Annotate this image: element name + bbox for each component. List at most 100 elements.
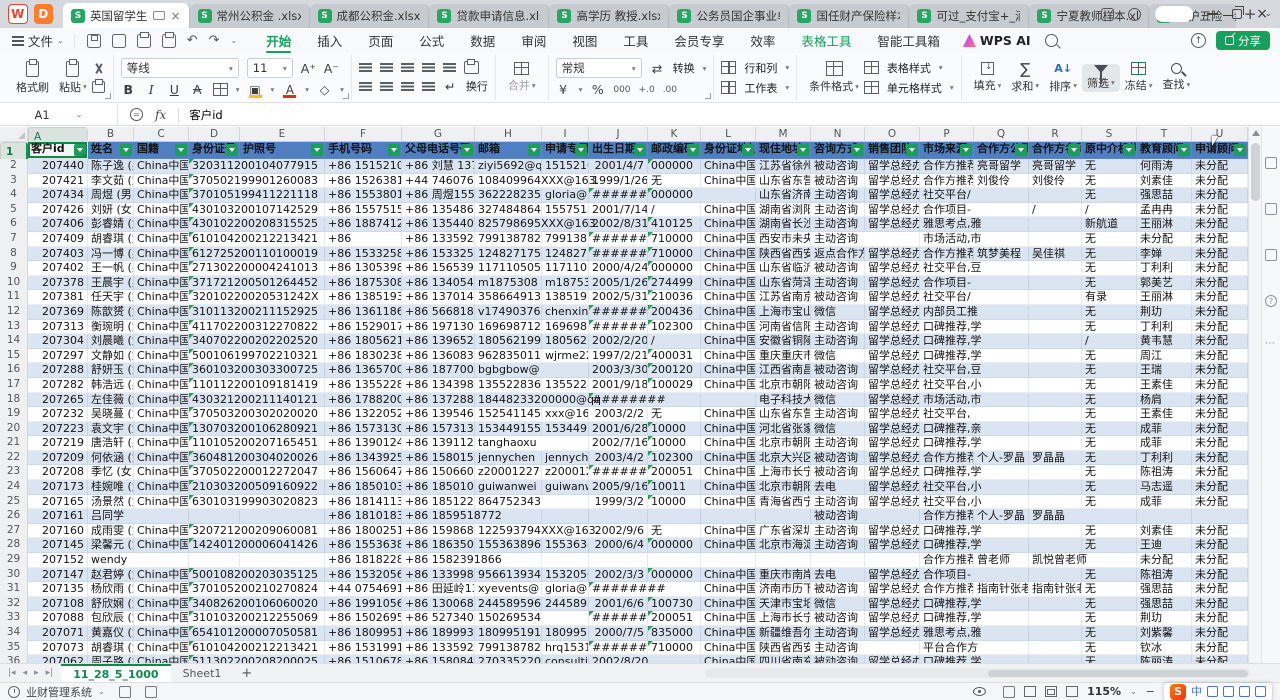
cell-N32[interactable]: 微信 — [811, 597, 865, 612]
cell-G8[interactable]: +86 1533258500 — [402, 247, 475, 262]
row-header-29[interactable]: 29 — [0, 553, 28, 568]
cell-K8[interactable]: 710000 — [648, 247, 701, 262]
cell-C22[interactable]: China中国 — [134, 451, 189, 466]
cell-L35[interactable]: China中国 — [701, 641, 756, 656]
cell-O26[interactable] — [865, 509, 920, 524]
cell-B13[interactable]: 衡琬明 (女 — [88, 320, 134, 335]
cell-M36[interactable]: 四川省南充 — [756, 655, 811, 663]
row-header-27[interactable]: 27 — [0, 524, 28, 539]
cell-R29[interactable]: 凯悦曾老师 — [1029, 553, 1082, 568]
cell-D31[interactable]: 370105200210270824 — [189, 582, 240, 597]
cell-N8[interactable]: 返点合作方 — [811, 247, 865, 262]
cell-P17[interactable]: 社交平台,小 — [920, 378, 974, 393]
cell-A17[interactable]: 207282 — [28, 378, 88, 393]
cell-L16[interactable]: China中国 — [701, 363, 756, 378]
cell-O13[interactable]: 留学总经办 — [865, 320, 920, 335]
cell-O11[interactable]: 留学总经办 — [865, 290, 920, 305]
cell-A10[interactable]: 207378 — [28, 276, 88, 291]
search-icon[interactable] — [1045, 34, 1058, 47]
cell-P20[interactable]: 口碑推荐,亲 — [920, 422, 974, 437]
cell-F4[interactable]: +86 15538019 — [325, 188, 402, 203]
cell-T9[interactable]: 丁利利 — [1137, 261, 1192, 276]
cell-H35[interactable]: 799138782 — [475, 641, 542, 656]
rows-columns-button[interactable]: 行和列 — [744, 60, 777, 76]
cell-G30[interactable]: +86 1339985047 — [402, 568, 475, 583]
cell-A6[interactable]: 207406 — [28, 217, 88, 232]
cell-H7[interactable]: 799138782 — [475, 232, 542, 247]
file-menu[interactable]: 文件 ⌄ — [0, 31, 74, 50]
cell-F36[interactable]: +86 15106786 — [325, 655, 402, 663]
cell-A33[interactable]: 207088 — [28, 611, 88, 626]
column-header-O[interactable]: O — [865, 127, 920, 142]
decrease-indent-icon[interactable] — [422, 63, 435, 65]
cell-S18[interactable]: 无 — [1082, 393, 1137, 408]
cell-J20[interactable]: 2001/6/28 — [589, 422, 648, 437]
cell-P26[interactable]: 合作方推荐 — [920, 509, 974, 524]
stat-icon-2[interactable] — [145, 686, 157, 698]
cell-H9[interactable]: 117110505 — [475, 261, 542, 276]
cell-N34[interactable]: 主动咨询 — [811, 626, 865, 641]
cell-A30[interactable]: 207147 — [28, 568, 88, 583]
cell-K3[interactable]: 无 — [648, 174, 701, 189]
tab-智能工具箱[interactable]: 智能工具箱 — [864, 28, 953, 53]
cell-P12[interactable]: 内部员工推 — [920, 305, 974, 320]
file-tab[interactable]: S高学历 教授.xlsx — [549, 4, 669, 28]
cell-G34[interactable]: +86 1899937166 — [402, 626, 475, 641]
cell-C3[interactable]: China中国 — [134, 174, 189, 189]
cell-A9[interactable]: 207402 — [28, 261, 88, 276]
cell-K36[interactable] — [648, 655, 701, 663]
cell-R21[interactable] — [1029, 436, 1082, 451]
cell-S4[interactable]: 无 — [1082, 188, 1137, 203]
shape-icon[interactable] — [1265, 203, 1277, 215]
cell-P21[interactable]: 口碑推荐,学 — [920, 436, 974, 451]
cell-S20[interactable]: 无 — [1082, 422, 1137, 437]
percent-icon[interactable]: % — [590, 82, 605, 97]
redo-icon[interactable]: ↷ — [209, 34, 220, 48]
cell-H32[interactable]: 244589596 — [475, 597, 542, 612]
cell-Q22[interactable]: 个人-罗晶 — [974, 451, 1029, 466]
cell-B10[interactable]: 王晨宇 (男 — [88, 276, 134, 291]
cell-O10[interactable]: 留学总经办 — [865, 276, 920, 291]
cell-K29[interactable] — [648, 553, 701, 568]
cell-I2[interactable]: 151521001 — [542, 159, 589, 174]
cell-R18[interactable] — [1029, 393, 1082, 408]
print-icon[interactable] — [137, 34, 151, 48]
cell-Q9[interactable] — [974, 261, 1029, 276]
cell-N35[interactable]: 主动咨询 — [811, 641, 865, 656]
cell-H3[interactable]: 108409964XXX@163. — [475, 174, 542, 189]
cell-O3[interactable]: 留学总经办 — [865, 174, 920, 189]
row-header-16[interactable]: 16 — [0, 363, 28, 378]
cell-M11[interactable]: 江苏省南京 — [756, 290, 811, 305]
row-header-19[interactable]: 19 — [0, 407, 28, 422]
cell-R11[interactable] — [1029, 290, 1082, 305]
cell-J11[interactable]: 2002/5/31 — [589, 290, 648, 305]
horizontal-scrollbar[interactable] — [705, 668, 1250, 678]
cell-I20[interactable]: 153449155 — [542, 422, 589, 437]
cell-N18[interactable]: 微信 — [811, 393, 865, 408]
cell-B17[interactable]: 韩浩远 (男 — [88, 378, 134, 393]
column-header-T[interactable]: T — [1137, 127, 1192, 142]
filter-dropdown-icon[interactable] — [906, 144, 918, 156]
cell-B12[interactable]: 陈歆赟 (女 — [88, 305, 134, 320]
cell-B26[interactable]: 吕同学 — [88, 509, 134, 524]
column-header-R[interactable]: R — [1029, 127, 1082, 142]
cell-F11[interactable]: +86 13851932 — [325, 290, 402, 305]
filter-dropdown-icon[interactable] — [851, 144, 863, 156]
cell-C5[interactable]: China中国 — [134, 203, 189, 218]
cell-M16[interactable]: 江西省南昌 — [756, 363, 811, 378]
cell-G13[interactable]: +86 1971300890 — [402, 320, 475, 335]
cell-T3[interactable]: 刘素佳 — [1137, 174, 1192, 189]
cell-L13[interactable]: China中国 — [701, 320, 756, 335]
row-header-21[interactable]: 21 — [0, 436, 28, 451]
globe-icon[interactable] — [1128, 8, 1141, 21]
cell-O7[interactable] — [865, 232, 920, 247]
cell-M31[interactable]: 济南市历下 — [756, 582, 811, 597]
cell-G36[interactable]: +86 1580841990 — [402, 655, 475, 663]
cell-Q28[interactable] — [974, 538, 1029, 553]
cell-G31[interactable]: +86 田延岭1395 — [402, 582, 475, 597]
cell-U7[interactable]: 未分配 — [1192, 232, 1248, 247]
cell-G29[interactable]: +86 1582391866 — [402, 553, 475, 568]
filter-dropdown-icon[interactable] — [74, 144, 86, 156]
row-header-36[interactable]: 36 — [0, 655, 28, 663]
wrap-text-label[interactable]: 换行 — [466, 78, 488, 94]
